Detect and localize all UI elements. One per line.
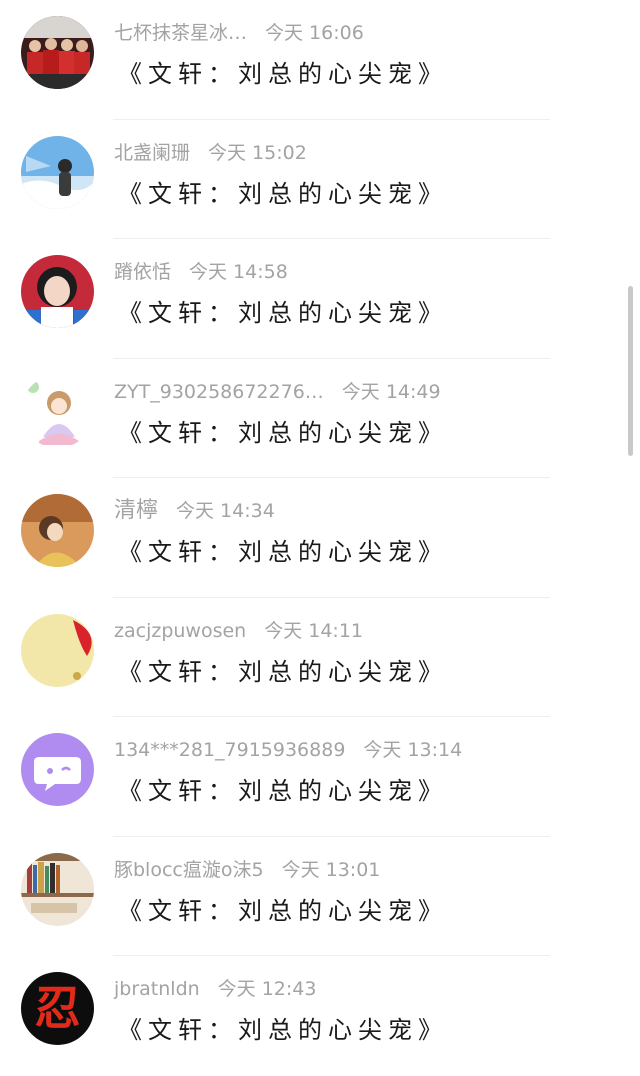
illustrated-girl-avatar[interactable] bbox=[21, 494, 94, 567]
comment-time: 今天 15:02 bbox=[208, 141, 307, 164]
commenter-name[interactable]: 豚blocc瘟漩o沫5 bbox=[114, 855, 264, 885]
comment-item[interactable]: 七杯抹茶星冰… 今天 16:06 《文轩：刘总的心尖宠》 bbox=[0, 0, 640, 120]
comment-text: 《文轩：刘总的心尖宠》 bbox=[118, 60, 448, 88]
comment-item[interactable]: 134***281_7915936889 今天 13:14 《文轩：刘总的心尖宠》 bbox=[0, 717, 640, 837]
purple-chat-bubble-avatar[interactable] bbox=[21, 733, 94, 806]
comment-time: 今天 13:01 bbox=[281, 858, 381, 881]
comment-item[interactable]: 北盏阑珊 今天 15:02 《文轩：刘总的心尖宠》 bbox=[0, 120, 640, 239]
yellow-red-avatar[interactable] bbox=[21, 613, 94, 687]
commenter-name[interactable]: 七杯抹茶星冰… bbox=[114, 18, 247, 48]
commenter-name[interactable]: 蹐依恬 bbox=[114, 257, 171, 287]
comment-text: 《文轩：刘总的心尖宠》 bbox=[118, 1016, 448, 1044]
comment-text: 《文轩：刘总的心尖宠》 bbox=[118, 538, 448, 566]
cartoon-girl-avatar[interactable] bbox=[21, 374, 94, 448]
comment-time: 今天 14:58 bbox=[189, 261, 288, 283]
comment-item[interactable]: zacjzpuwosen 今天 14:11 《文轩：刘总的心尖宠》 bbox=[0, 598, 640, 717]
commenter-name[interactable]: zacjzpuwosen bbox=[114, 616, 246, 646]
ninja-character-avatar[interactable]: 忍 bbox=[21, 972, 94, 1045]
commenter-name[interactable]: ZYT_930258672276… bbox=[114, 377, 324, 407]
commenter-name[interactable]: jbratnldn bbox=[114, 974, 200, 1004]
comment-text: 《文轩：刘总的心尖宠》 bbox=[118, 777, 448, 805]
commenter-name[interactable]: 清檸 bbox=[114, 496, 158, 526]
blue-sky-girl-avatar[interactable] bbox=[21, 135, 94, 209]
comment-time: 今天 12:43 bbox=[217, 978, 317, 1000]
comment-item[interactable]: 豚blocc瘟漩o沫5 今天 13:01 《文轩：刘总的心尖宠》 bbox=[0, 837, 640, 956]
girl-portrait-avatar[interactable] bbox=[21, 255, 94, 328]
comment-time: 今天 14:49 bbox=[341, 380, 441, 403]
bookshelf-avatar[interactable] bbox=[21, 852, 94, 926]
comment-item[interactable]: 忍 jbratnldn 今天 12:43 《文轩：刘总的心尖宠》 bbox=[0, 956, 640, 1076]
comment-text: 《文轩：刘总的心尖宠》 bbox=[118, 418, 448, 447]
comment-item[interactable]: ZYT_930258672276… 今天 14:49 《文轩：刘总的心尖宠》 bbox=[0, 359, 640, 478]
comment-time: 今天 16:06 bbox=[265, 22, 364, 44]
comment-time: 今天 14:34 bbox=[176, 500, 275, 522]
group-photo-avatar[interactable] bbox=[21, 16, 94, 89]
scrollbar[interactable] bbox=[628, 286, 633, 456]
comment-item[interactable]: 蹐依恬 今天 14:58 《文轩：刘总的心尖宠》 bbox=[0, 239, 640, 359]
comment-text: 《文轩：刘总的心尖宠》 bbox=[118, 299, 448, 327]
comment-time: 今天 13:14 bbox=[363, 739, 463, 761]
comment-item[interactable]: 清檸 今天 14:34 《文轩：刘总的心尖宠》 bbox=[0, 478, 640, 598]
comment-text: 《文轩：刘总的心尖宠》 bbox=[118, 896, 448, 925]
comment-time: 今天 14:11 bbox=[264, 619, 364, 642]
comment-text: 《文轩：刘总的心尖宠》 bbox=[118, 657, 448, 686]
comment-text: 《文轩：刘总的心尖宠》 bbox=[118, 179, 448, 208]
commenter-name[interactable]: 134***281_7915936889 bbox=[114, 735, 345, 765]
commenter-name[interactable]: 北盏阑珊 bbox=[114, 138, 190, 168]
comment-list: 七杯抹茶星冰… 今天 16:06 《文轩：刘总的心尖宠》 北盏阑珊 今天 15:02… bbox=[0, 0, 640, 1054]
avatar-glyph: 忍 bbox=[35, 981, 81, 1035]
